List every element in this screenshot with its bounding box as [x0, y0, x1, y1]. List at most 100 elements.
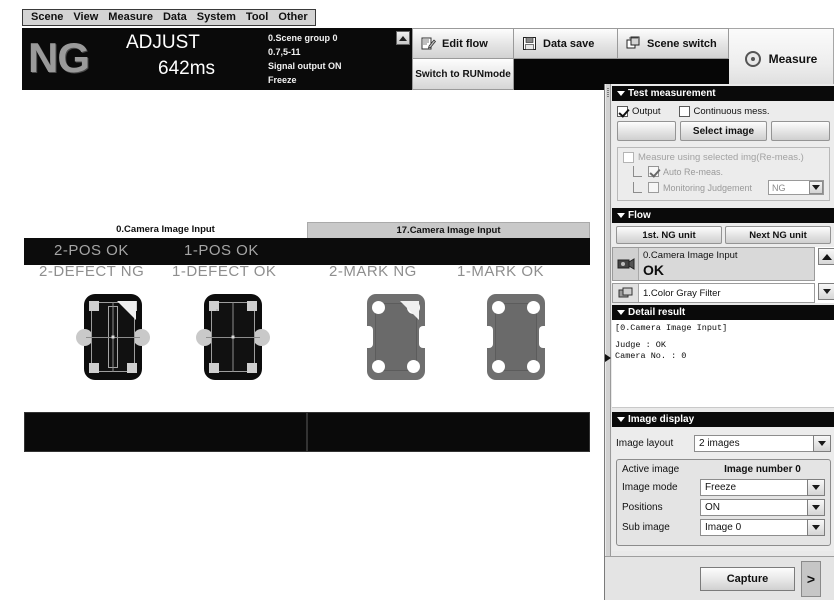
overlay-1-pos: 1-POS OK [184, 242, 259, 259]
chevron-down-icon[interactable] [807, 499, 825, 516]
part-left-1 [76, 294, 150, 380]
test-measurement-body: Output Continuous mess. Select image Mea… [612, 101, 834, 208]
flow-button-row: 1st. NG unit Next NG unit [612, 223, 834, 247]
next-image-button[interactable] [771, 121, 830, 141]
switch-to-runmode-button[interactable]: Switch to RUNmode [412, 59, 514, 90]
output-checkbox[interactable]: Output [617, 106, 661, 117]
overlay-2-pos: 2-POS OK [54, 242, 129, 259]
test-measurement-title: Test measurement [628, 88, 716, 99]
test-measurement-header[interactable]: Test measurement [612, 86, 834, 101]
image-panel-17-canvas[interactable]: 2-MARK NG 1-MARK OK [307, 238, 590, 464]
status-line-freeze: Freeze [268, 75, 297, 85]
next-panel-button[interactable]: > [801, 561, 821, 597]
test-measurement-checkbox-row: Output Continuous mess. [617, 106, 830, 117]
positions-select[interactable]: ON [700, 499, 825, 516]
image-mode-value: Freeze [705, 482, 737, 493]
flow-list-item-0[interactable]: 0.Camera Image Input OK [612, 247, 815, 281]
select-image-button[interactable]: Select image [679, 121, 768, 141]
flow-list[interactable]: 0.Camera Image Input OK 1.Color Gray Fil… [612, 247, 834, 303]
status-info: 0.Scene group 0 0.7,5-11 Signal output O… [268, 31, 342, 87]
active-image-value: Image number 0 [724, 464, 801, 475]
menu-item-tool[interactable]: Tool [241, 10, 273, 25]
flow-scroll-down-button[interactable] [818, 283, 834, 300]
chevron-down-icon[interactable] [807, 519, 825, 536]
header-collapse-button[interactable] [396, 31, 410, 45]
measure-target-icon [744, 51, 761, 67]
scene-switch-button[interactable]: Scene switch [618, 28, 729, 59]
image-layout-label: Image layout [616, 438, 674, 449]
re-measure-group: Measure using selected img(Re-meas.) Aut… [617, 147, 830, 201]
panel-footer: Capture > [605, 556, 834, 600]
positions-row: Positions ON [622, 499, 825, 516]
prev-image-button[interactable] [617, 121, 676, 141]
edit-flow-label: Edit flow [442, 37, 488, 50]
measure-time: 642ms [158, 58, 216, 79]
first-ng-unit-button[interactable]: 1st. NG unit [616, 226, 722, 244]
caret-down-icon [823, 289, 831, 294]
measure-using-label: Measure using selected img(Re-meas.) [638, 152, 804, 163]
image-panel-0-canvas[interactable]: 2-POS OK 1-POS OK 2-DEFECT NG 1-DEFECT O… [24, 238, 307, 464]
detail-result-title: Detail result [628, 307, 686, 318]
image-layout-select[interactable]: 2 images [694, 435, 831, 452]
active-image-row: Active image Image number 0 [622, 464, 825, 475]
overlay-1-mark: 1-MARK OK [457, 263, 545, 280]
image-mode-select[interactable]: Freeze [700, 479, 825, 496]
chevron-down-icon[interactable] [809, 181, 823, 194]
monitoring-judgement-row[interactable]: Monitoring Judgement NG [633, 180, 824, 195]
edit-flow-button[interactable]: Edit flow [412, 28, 514, 59]
checkbox-icon-checked [617, 106, 628, 117]
menu-item-measure[interactable]: Measure [103, 10, 158, 25]
chevron-down-icon[interactable] [813, 435, 831, 452]
image-panel-17[interactable]: 17.Camera Image Input 2-MARK NG 1-MARK O… [307, 222, 590, 464]
chevron-down-icon[interactable] [807, 479, 825, 496]
menu-item-system[interactable]: System [192, 10, 241, 25]
judgement-badge: NG [28, 34, 90, 81]
flow-item-0-text: 0.Camera Image Input OK [639, 248, 814, 280]
image-mode-label: Image mode [622, 482, 678, 493]
image-panel-0-title: 0.Camera Image Input [24, 222, 307, 238]
part-left-2 [196, 294, 270, 380]
sub-image-select[interactable]: Image 0 [700, 519, 825, 536]
menu-item-view[interactable]: View [68, 10, 103, 25]
checkbox-icon-unchecked [678, 106, 690, 117]
menu-item-data[interactable]: Data [158, 10, 192, 25]
measure-using-selected-checkbox[interactable]: Measure using selected img(Re-meas.) [623, 152, 824, 163]
next-ng-unit-button[interactable]: Next NG unit [725, 226, 831, 244]
floppy-disk-icon [522, 36, 537, 51]
flow-scroll-up-button[interactable] [818, 248, 834, 265]
panel-resize-grip[interactable] [606, 84, 611, 569]
top-toolbar: Edit flow Data save Scene switch Switch … [412, 28, 834, 90]
menu-item-scene[interactable]: Scene [26, 10, 68, 25]
flow-list-item-1[interactable]: 1.Color Gray Filter [612, 283, 815, 303]
select-image-button-row: Select image [617, 121, 830, 141]
menu-item-other[interactable]: Other [273, 10, 312, 25]
status-line-version: 0.7,5-11 [268, 47, 301, 57]
continuous-label: Continuous mess. [693, 106, 770, 117]
color-filter-icon [618, 287, 632, 297]
data-save-button[interactable]: Data save [514, 28, 618, 59]
image-display-header[interactable]: Image display [612, 412, 834, 427]
detail-result-header[interactable]: Detail result [612, 305, 834, 320]
measure-button[interactable]: Measure [729, 28, 834, 90]
image-panel-0[interactable]: 0.Camera Image Input 2-POS OK 1-POS OK 2… [24, 222, 307, 464]
checkbox-icon-unchecked [648, 182, 659, 193]
image-layout-value: 2 images [699, 438, 740, 449]
flow-item-0-result: OK [643, 262, 664, 278]
flow-item-0-name: 0.Camera Image Input [643, 250, 738, 261]
continuous-measure-checkbox[interactable]: Continuous mess. [678, 106, 770, 117]
flow-header[interactable]: Flow [612, 208, 834, 223]
detail-line-2: Judge : OK [615, 340, 667, 350]
output-label: Output [632, 106, 661, 117]
image-display-area: 0.Camera Image Input 2-POS OK 1-POS OK 2… [0, 92, 604, 600]
auto-remeasure-row[interactable]: Auto Re-meas. [633, 166, 824, 177]
auto-remeas-label: Auto Re-meas. [663, 166, 724, 177]
image-panel-17-title: 17.Camera Image Input [307, 222, 590, 238]
checkbox-icon-checked [648, 166, 659, 177]
detail-pointer-icon [605, 354, 611, 362]
properties-panel: Test measurement Output Continuous mess.… [604, 84, 834, 600]
detail-line-3: Camera No. : 0 [615, 351, 687, 361]
pencil-document-icon [421, 36, 436, 51]
capture-button[interactable]: Capture [700, 567, 795, 591]
monitoring-judgement-select[interactable]: NG [768, 180, 824, 195]
flow-item-1-name: 1.Color Gray Filter [643, 287, 721, 299]
